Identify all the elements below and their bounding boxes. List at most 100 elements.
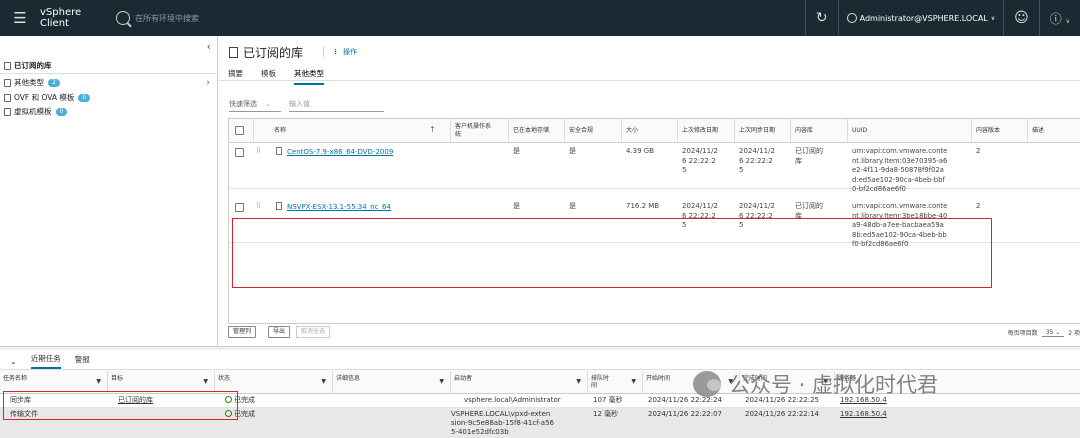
column-header-name[interactable]: 名称 [274, 127, 286, 135]
tab-other-types[interactable]: 其他类型 [294, 68, 324, 85]
item-name-cell[interactable]: CentOS-7.9-x86_64-DVD-2009 [276, 147, 393, 158]
actions-menu[interactable]: ⋮ 操作 [323, 46, 357, 57]
stored-locally-cell: 是 [513, 147, 520, 155]
tab-templates[interactable]: 模板 [261, 68, 276, 85]
compliance-cell: 是 [569, 147, 576, 155]
smiley-feedback-icon[interactable]: ☺ [1004, 10, 1039, 26]
count-badge: 0 [55, 107, 68, 116]
navigator-library-title[interactable]: 已订阅的库 [4, 60, 52, 71]
kebab-icon: ⋮ [332, 47, 339, 56]
divider [219, 80, 1080, 81]
task-server-link[interactable]: 192.168.50.4 [840, 410, 887, 419]
column-divider [564, 119, 565, 143]
library-line: 已订阅的 [795, 147, 823, 155]
collapse-icon[interactable]: ⌄ [10, 357, 17, 366]
version-cell: 2 [976, 202, 981, 210]
tab-alarms[interactable]: 警报 [75, 354, 90, 368]
column-header-stored-locally[interactable]: 已在本地存储 [513, 127, 549, 135]
menu-icon[interactable]: ☰ [0, 9, 40, 27]
divider [323, 46, 324, 57]
item-name-cell[interactable]: NSVPX-ESX-13.1-55.34_nc_64 [276, 202, 391, 213]
table-row[interactable]: ⠿ CentOS-7.9-x86_64-DVD-2009 是 是 4.39 GB… [229, 144, 1080, 193]
per-page-value: 35 [1045, 328, 1054, 336]
column-header-size[interactable]: 大小 [626, 127, 638, 135]
column-header-initiator[interactable]: 启动者 ▼ [451, 371, 588, 393]
task-start: 2024/11/26 22:22:07 [648, 410, 723, 418]
column-header-task-name[interactable]: 任务名称 ▼ [0, 371, 108, 393]
uuid-line: e2-4f11-9da8-50878f9f02a [852, 166, 944, 174]
page-title: 已订阅的库 [229, 44, 303, 61]
filter-icon[interactable]: ▼ [576, 378, 581, 385]
modified-line: 6 22:22:2 [682, 156, 716, 165]
chevron-down-icon: ⌄ [265, 100, 272, 108]
compliance-cell: 是 [569, 202, 576, 210]
user-menu[interactable]: Administrator@VSPHERE.LOCAL ∨ [839, 13, 1004, 23]
column-header-description[interactable]: 描述 [1032, 127, 1044, 135]
quick-filter-select[interactable]: 快速筛选 ⌄ [229, 99, 281, 112]
filter-icon[interactable]: ▼ [439, 378, 444, 385]
column-header-status[interactable]: 状态 ▼ [215, 371, 333, 393]
filter-icon[interactable]: ▼ [96, 378, 101, 385]
chevron-down-icon: ∨ [990, 14, 996, 22]
per-page-label: 每页项目数 [1007, 330, 1038, 337]
refresh-icon[interactable]: ↻ [806, 10, 838, 26]
column-divider [508, 119, 509, 143]
global-search-input[interactable]: 在所有环境中搜索 [135, 13, 199, 24]
column-divider [677, 119, 678, 143]
column-header-guest-os[interactable]: 客户机操作系统 [455, 123, 491, 139]
task-queued: 107 毫秒 [593, 396, 623, 404]
export-button[interactable]: 导出 [268, 326, 291, 338]
manage-columns-button[interactable]: 管理列 [228, 326, 257, 338]
uuid-line: nt.library.Item:03e70395-a6 [852, 156, 948, 165]
library-cell: 已订阅的库 [795, 147, 823, 166]
column-header-label: 排队时间 [591, 375, 610, 389]
column-header-label: 任务名称 [3, 375, 28, 382]
task-initiator: VSPHERE.LOCAL\vpxd-exten sion-9c5e88ab-15… [451, 410, 554, 437]
column-header-synced[interactable]: 上次同步日期 [739, 127, 775, 135]
column-header-uuid[interactable]: UUID [852, 127, 867, 135]
sort-arrow-icon[interactable]: ↑ [429, 126, 436, 134]
column-header-details[interactable]: 详细信息 ▼ [333, 371, 451, 393]
column-header-queued[interactable]: 排队时间 ▼ [588, 371, 643, 393]
per-page-select[interactable]: 35 ⌄ [1041, 328, 1065, 337]
count-badge: 2 [48, 78, 60, 87]
item-name-link[interactable]: NSVPX-ESX-13.1-55.34_nc_64 [287, 203, 391, 211]
version-cell: 2 [976, 147, 981, 155]
column-header-target[interactable]: 目标 ▼ [108, 371, 215, 393]
actions-label: 操作 [343, 47, 357, 56]
collapse-pane-icon[interactable]: ‹ [207, 40, 211, 53]
filter-icon[interactable]: ▼ [203, 378, 208, 385]
filter-icon[interactable]: ▼ [631, 378, 636, 385]
nav-item-vm-templates[interactable]: 虚拟机模板 0 [4, 106, 68, 117]
filter-value-input[interactable]: 输入值 [289, 99, 384, 112]
file-icon [276, 202, 282, 210]
item-name-link[interactable]: CentOS-7.9-x86_64-DVD-2009 [287, 148, 393, 156]
item-count: 2 项 [1068, 330, 1080, 337]
nav-item-label: OVF 和 OVA 模板 [14, 93, 75, 102]
drag-handle-icon[interactable]: ⠿ [256, 147, 261, 155]
row-checkbox[interactable] [235, 148, 244, 157]
drag-handle-icon[interactable]: ⠿ [256, 202, 261, 210]
column-header-label: 详细信息 [336, 375, 361, 382]
grid-header: 名称 ↑ 客户机操作系统 已在本地存储 安全合规 大小 上次修改日期 上次同步日… [229, 119, 1080, 143]
column-header-modified[interactable]: 上次修改日期 [682, 127, 718, 135]
watermark: 公众号 · 虚拟化时代君 [693, 369, 938, 399]
tab-recent-tasks[interactable]: 近期任务 [30, 353, 61, 369]
help-icon[interactable]: ⓘ ∨ [1040, 10, 1080, 27]
app-title[interactable]: vSphere Client [40, 7, 112, 29]
select-all-checkbox[interactable] [235, 126, 244, 135]
nav-item-other-types[interactable]: 其他类型 2 › [4, 77, 216, 88]
deselect-all-button[interactable]: 取消全选 [296, 326, 331, 338]
library-icon [229, 47, 238, 58]
quick-filter-label: 快速筛选 [229, 100, 257, 108]
file-icon [4, 78, 11, 87]
column-header-library[interactable]: 内容库 [795, 127, 813, 135]
search-icon[interactable] [116, 11, 130, 25]
filter-icon[interactable]: ▼ [321, 378, 326, 385]
watermark-text: 公众号 · 虚拟化时代君 [729, 373, 939, 397]
row-checkbox[interactable] [235, 203, 244, 212]
tab-summary[interactable]: 摘要 [228, 68, 243, 85]
nav-item-ovf-ova-templates[interactable]: OVF 和 OVA 模板 0 [4, 92, 91, 103]
column-header-compliance[interactable]: 安全合规 [569, 127, 593, 135]
column-header-version[interactable]: 内容版本 [976, 127, 1000, 135]
